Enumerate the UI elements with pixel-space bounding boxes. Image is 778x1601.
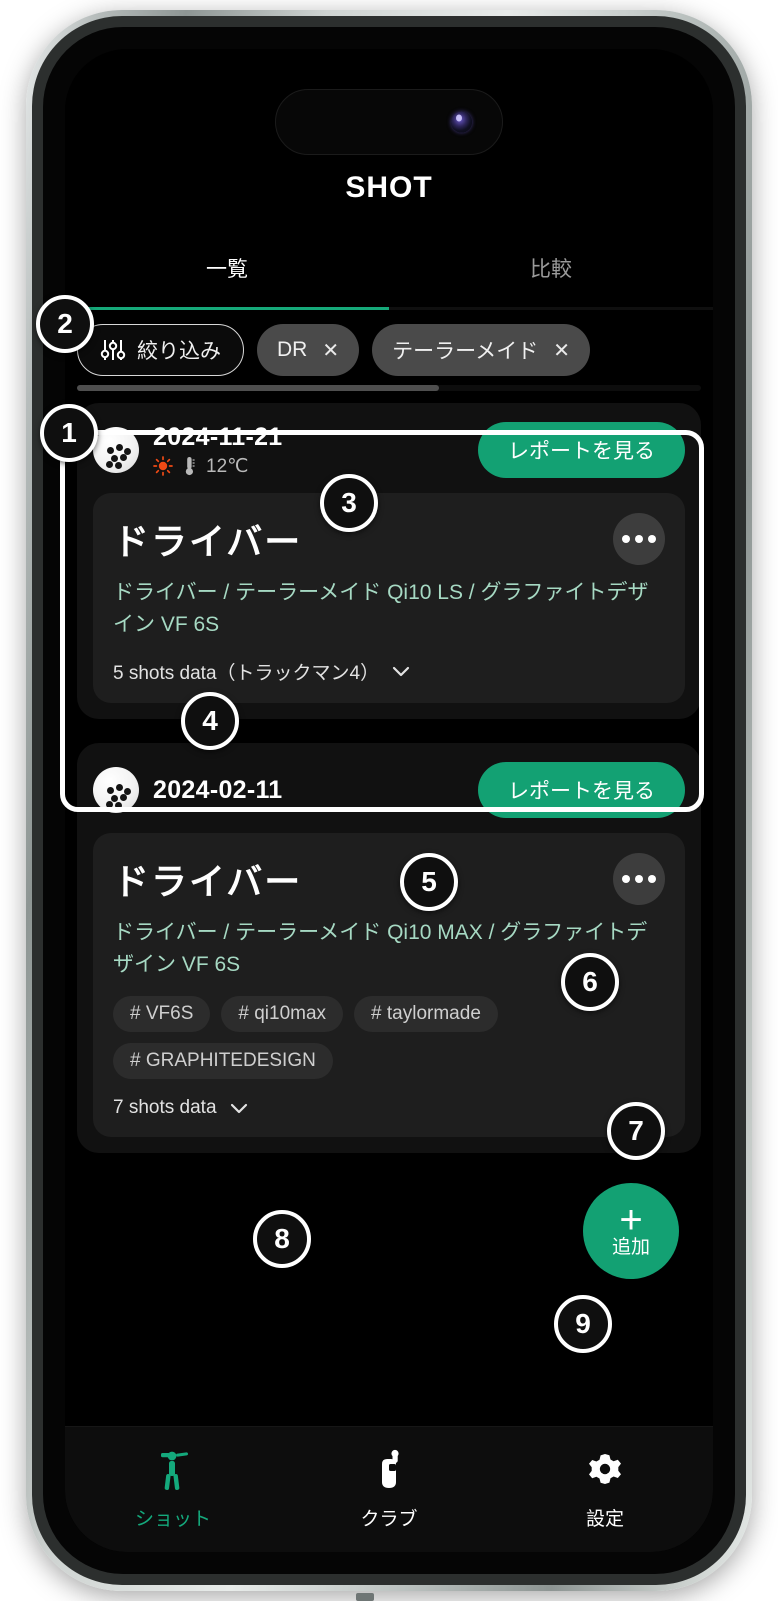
chip-taylormade-remove-icon[interactable]: ✕ xyxy=(553,338,570,363)
nav-item-settings[interactable]: 設定 xyxy=(497,1448,713,1531)
fab-area: + 追加 xyxy=(77,1177,701,1305)
golf-ball-icon xyxy=(93,767,139,813)
chip-dr[interactable]: DR ✕ xyxy=(257,324,360,376)
app-root: SHOT 一覧 比較 絞り込み DR ✕ テーラーメイド ✕ 2024-11-2… xyxy=(65,49,713,1552)
plus-icon: + xyxy=(619,1198,643,1242)
shots-data-row[interactable]: 7 shots data xyxy=(113,1097,665,1119)
golfer-icon xyxy=(161,1451,189,1490)
golf-ball-icon xyxy=(93,427,139,473)
phone-bezel: SHOT 一覧 比較 絞り込み DR ✕ テーラーメイド ✕ 2024-11-2… xyxy=(43,27,735,1574)
annotation-marker-5: 5 xyxy=(400,853,458,911)
gear-icon xyxy=(589,1454,621,1484)
chevron-down-icon[interactable] xyxy=(230,1103,248,1114)
annotation-marker-2: 2 xyxy=(36,295,94,353)
golf-bag-icon xyxy=(382,1449,399,1488)
card-header: 2024-11-21 12℃ レポートを見る xyxy=(93,419,685,481)
annotation-marker-1: 1 xyxy=(40,404,98,462)
chip-taylormade-label: テーラーメイド xyxy=(392,340,539,363)
front-camera-icon xyxy=(451,111,472,133)
sliders-icon xyxy=(100,340,126,360)
club-panel-header: ドライバー xyxy=(113,513,665,565)
nav-item-club-label: クラブ xyxy=(360,1509,418,1530)
annotation-marker-9: 9 xyxy=(554,1295,612,1353)
weather-row: 12℃ xyxy=(153,455,464,478)
chevron-down-icon[interactable] xyxy=(392,666,410,677)
nav-item-shot[interactable]: ショット xyxy=(65,1448,281,1531)
nav-item-shot-label: ショット xyxy=(134,1509,211,1530)
chip-dr-label: DR xyxy=(277,338,308,361)
shots-data-label: 5 shots data（トラックマン4） xyxy=(113,663,380,684)
annotation-marker-6: 6 xyxy=(561,953,619,1011)
tab-list[interactable]: 一覧 xyxy=(65,253,389,307)
list-item[interactable]: # taylormade xyxy=(354,996,498,1032)
filter-chip-row[interactable]: 絞り込み DR ✕ テーラーメイド ✕ xyxy=(65,310,713,376)
nav-item-settings-label: 設定 xyxy=(585,1509,624,1530)
chip-dr-remove-icon[interactable]: ✕ xyxy=(322,338,339,363)
shot-date: 2024-11-21 xyxy=(153,422,283,451)
page-title: SHOT xyxy=(345,171,433,204)
more-horizontal-icon[interactable] xyxy=(613,513,665,565)
tab-bar: 一覧 比較 xyxy=(65,253,713,307)
club-panel-header: ドライバー xyxy=(113,853,665,905)
view-report-button[interactable]: レポートを見る xyxy=(478,762,685,818)
temperature-value: 12℃ xyxy=(206,455,249,477)
list-item[interactable]: # VF6S xyxy=(113,996,211,1032)
annotation-marker-7: 7 xyxy=(607,1102,665,1160)
phone-screen: SHOT 一覧 比較 絞り込み DR ✕ テーラーメイド ✕ 2024-11-2… xyxy=(65,49,713,1552)
card-meta: 2024-11-21 12℃ xyxy=(153,423,464,478)
shot-card-list: 2024-11-21 12℃ レポートを見る ドライバー ドライバー / テーラ… xyxy=(65,391,713,1426)
add-button-label: 追加 xyxy=(611,1237,650,1258)
club-name: ドライバー xyxy=(113,861,303,902)
list-item[interactable]: # GRAPHITEDESIGN xyxy=(113,1043,333,1079)
card-header: 2024-02-11 レポートを見る xyxy=(93,759,685,821)
shots-data-row[interactable]: 5 shots data（トラックマン4） xyxy=(113,658,665,685)
tab-compare[interactable]: 比較 xyxy=(389,253,713,307)
card-meta: 2024-02-11 xyxy=(153,776,464,805)
club-name: ドライバー xyxy=(113,521,303,562)
bottom-navigation: ショット クラブ 設定 xyxy=(65,1426,713,1552)
frame-seam-bottom xyxy=(356,1593,374,1601)
shot-date: 2024-02-11 xyxy=(153,775,283,804)
list-item[interactable]: # qi10max xyxy=(221,996,344,1032)
phone-mid-frame: SHOT 一覧 比較 絞り込み DR ✕ テーラーメイド ✕ 2024-11-2… xyxy=(32,16,746,1585)
view-report-button[interactable]: レポートを見る xyxy=(478,422,685,478)
filter-button-label: 絞り込み xyxy=(137,340,221,363)
dynamic-island xyxy=(275,89,503,155)
table-row[interactable]: 2024-11-21 12℃ レポートを見る ドライバー ドライバー / テーラ… xyxy=(77,403,701,719)
sun-icon xyxy=(153,456,173,476)
annotation-marker-8: 8 xyxy=(253,1210,311,1268)
filter-button[interactable]: 絞り込み xyxy=(77,324,244,376)
more-horizontal-icon[interactable] xyxy=(613,853,665,905)
thermometer-icon xyxy=(185,457,195,476)
screenshot-stage: SHOT 一覧 比較 絞り込み DR ✕ テーラーメイド ✕ 2024-11-2… xyxy=(0,0,778,1601)
shots-data-label: 7 shots data xyxy=(113,1097,217,1118)
chip-taylormade[interactable]: テーラーメイド ✕ xyxy=(372,324,591,376)
add-button[interactable]: + 追加 xyxy=(583,1183,679,1279)
club-spec: ドライバー / テーラーメイド Qi10 LS / グラファイトデザイン VF … xyxy=(113,581,649,636)
annotation-marker-3: 3 xyxy=(320,474,378,532)
club-panel: ドライバー ドライバー / テーラーメイド Qi10 LS / グラファイトデザ… xyxy=(93,493,685,703)
table-row[interactable]: 2024-02-11 レポートを見る ドライバー ドライバー / テーラーメイド… xyxy=(77,743,701,1153)
annotation-marker-4: 4 xyxy=(181,692,239,750)
nav-item-club[interactable]: クラブ xyxy=(281,1448,497,1531)
phone-frame: SHOT 一覧 比較 絞り込み DR ✕ テーラーメイド ✕ 2024-11-2… xyxy=(26,10,752,1601)
